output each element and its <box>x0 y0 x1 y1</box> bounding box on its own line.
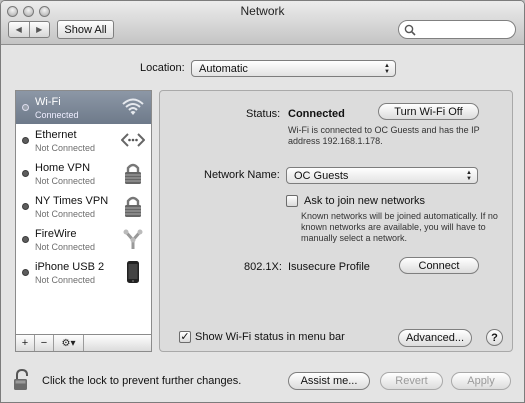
service-name: Home VPN <box>35 162 91 174</box>
search-input[interactable] <box>419 23 511 36</box>
status-dot-icon <box>22 170 29 177</box>
service-name: Wi-Fi <box>35 96 61 108</box>
forward-arrow-icon[interactable]: ▶ <box>30 22 50 37</box>
dot1x-profile: Isusecure Profile <box>288 261 370 273</box>
service-name: NY Times VPN <box>35 195 109 207</box>
back-arrow-icon[interactable]: ◀ <box>9 22 30 37</box>
apply-button[interactable]: Apply <box>451 372 511 390</box>
title-bar: Network ◀ ▶ Show All <box>1 1 524 45</box>
ask-join-checkbox[interactable] <box>286 195 298 207</box>
service-name: Ethernet <box>35 129 77 141</box>
ethernet-icon <box>121 133 145 147</box>
service-item-ethernet[interactable]: Ethernet Not Connected <box>16 124 151 157</box>
vpn-lock-icon <box>125 196 141 217</box>
network-name-value: OC Guests <box>294 169 349 182</box>
turn-wifi-off-button[interactable]: Turn Wi-Fi Off <box>378 103 479 120</box>
status-value: Connected <box>288 108 345 120</box>
status-dot-icon <box>22 236 29 243</box>
status-dot-icon <box>22 203 29 210</box>
back-forward-control: ◀ ▶ <box>8 21 50 38</box>
service-status: Not Connected <box>35 242 96 252</box>
service-status: Not Connected <box>35 143 96 153</box>
show-status-checkbox[interactable]: ✓ <box>179 331 191 343</box>
dot1x-label: 802.1X: <box>244 261 282 273</box>
status-dot-icon <box>22 269 29 276</box>
service-item-home-vpn[interactable]: Home VPN Not Connected <box>16 157 151 190</box>
service-detail-panel: Status: Connected Turn Wi-Fi Off Wi-Fi i… <box>159 90 513 352</box>
ask-join-description: Known networks will be joined automatica… <box>301 211 498 243</box>
status-dot-icon <box>22 104 29 111</box>
service-name: FireWire <box>35 228 77 240</box>
iphone-icon <box>127 261 139 283</box>
service-item-iphone-usb[interactable]: iPhone USB 2 Not Connected <box>16 256 151 289</box>
assist-me-button[interactable]: Assist me... <box>288 372 370 390</box>
add-service-button[interactable]: + <box>16 335 35 351</box>
show-all-button[interactable]: Show All <box>57 20 114 39</box>
lock-message: Click the lock to prevent further change… <box>42 375 242 387</box>
popup-arrows-icon: ▲ ▼ <box>466 170 472 182</box>
service-status: Connected <box>35 110 79 120</box>
network-name-label: Network Name: <box>204 169 280 181</box>
revert-button[interactable]: Revert <box>380 372 443 390</box>
vpn-lock-icon <box>125 163 141 184</box>
status-description: Wi-Fi is connected to OC Guests and has … <box>288 125 480 146</box>
service-status: Not Connected <box>35 209 96 219</box>
ask-join-label: Ask to join new networks <box>304 195 426 207</box>
show-status-label: Show Wi-Fi status in menu bar <box>195 331 345 343</box>
search-icon <box>404 24 416 36</box>
service-status: Not Connected <box>35 275 96 285</box>
help-button[interactable]: ? <box>486 329 503 346</box>
lock-icon[interactable] <box>13 369 31 391</box>
service-item-ny-times-vpn[interactable]: NY Times VPN Not Connected <box>16 190 151 223</box>
status-label: Status: <box>246 108 281 120</box>
firewire-icon <box>123 229 143 249</box>
service-name: iPhone USB 2 <box>35 261 105 273</box>
service-status: Not Connected <box>35 176 96 186</box>
service-item-firewire[interactable]: FireWire Not Connected <box>16 223 151 256</box>
status-dot-icon <box>22 137 29 144</box>
location-popup[interactable]: Automatic ▲ ▼ <box>191 60 396 77</box>
network-preferences-window: Network ◀ ▶ Show All Location: Automatic… <box>0 0 525 403</box>
search-field[interactable] <box>398 20 516 39</box>
window-title: Network <box>240 4 285 18</box>
location-value: Automatic <box>199 62 248 75</box>
remove-service-button[interactable]: − <box>35 335 54 351</box>
service-item-wifi[interactable]: Wi-Fi Connected <box>16 91 151 124</box>
advanced-button[interactable]: Advanced... <box>398 329 472 347</box>
location-label: Location: <box>140 62 185 74</box>
network-name-popup[interactable]: OC Guests ▲ ▼ <box>286 167 478 184</box>
service-list-toolbar: + − ⚙▾ <box>15 335 152 352</box>
gear-menu-button[interactable]: ⚙▾ <box>54 335 84 351</box>
popup-arrows-icon: ▲ ▼ <box>384 63 390 75</box>
wifi-icon <box>122 98 144 115</box>
connect-button[interactable]: Connect <box>399 257 479 274</box>
service-list: Wi-Fi Connected Ethernet Not Connected H… <box>15 90 152 335</box>
